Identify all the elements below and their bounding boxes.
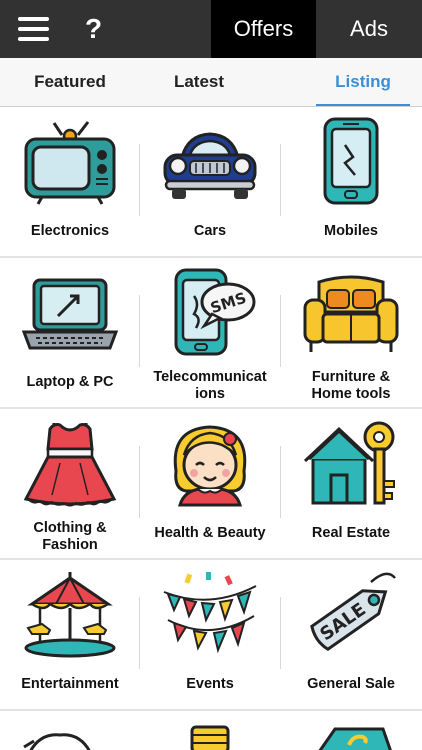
category-electronics[interactable]: Electronics [0,107,140,258]
category-label-line: Clothing & [33,520,107,536]
tv-icon [24,121,116,205]
category-row: Electronics Cars Mobiles [0,107,422,258]
category-events[interactable]: Events [140,560,280,711]
category-label-line: Telecommunicat [153,369,267,385]
category-clothing[interactable]: Clothing & Fashion [0,409,140,560]
house-key-icon [303,421,395,505]
category-label: Electronics [30,223,110,239]
sms-phone-icon: SMS [174,268,256,356]
category-label: Entertainment [21,676,119,692]
category-label: Telecommunicat ions [142,369,278,403]
category-health-beauty[interactable]: Health & Beauty [140,409,280,560]
category-cars[interactable]: Cars [140,107,280,258]
sale-tag-icon: SALE [310,572,396,652]
category-label: Clothing & Fashion [2,520,138,554]
mobile-phone-icon [323,117,379,205]
sofa-icon [303,275,399,352]
category-entertainment[interactable]: Entertainment [0,560,140,711]
subtab-listing[interactable]: Listing [316,58,410,106]
category-telecommunications[interactable]: SMS Telecommunicat ions [140,258,280,409]
category-laptop-pc[interactable]: Laptop & PC [0,258,140,409]
category-mobiles[interactable]: Mobiles [281,107,421,258]
category-label: Cars [193,223,227,239]
bunting-icon [163,572,257,654]
category-row: Laptop & PC SMS Telecommunicat ions Furn… [0,258,422,409]
top-bar: ? Offers Ads [0,0,422,58]
subtab-latest[interactable]: Latest [140,58,258,106]
category-label-line: ions [195,386,225,402]
hamburger-menu-icon[interactable] [18,17,49,41]
category-furniture[interactable]: Furniture & Home tools [281,258,421,409]
category-label-line: Furniture & [311,369,391,385]
category-label-line: Home tools [311,386,391,402]
category-label: Laptop & PC [26,374,114,390]
category-label: Health & Beauty [154,525,266,541]
category-label: Mobiles [324,223,378,239]
category-label: Furniture & Home tools [283,369,419,403]
sub-tab-bar: Featured Latest Listing [0,58,422,107]
category-grid: Electronics Cars Mobiles Laptop & PC SMS… [0,107,422,750]
category-row: Entertainment Events SALE General Sale [0,560,422,711]
help-button[interactable]: ? [85,13,102,45]
tab-offers[interactable]: Offers [211,0,316,58]
category-label-line: Fashion [42,537,98,553]
category-general-sale[interactable]: SALE General Sale [281,560,421,711]
tab-ads[interactable]: Ads [316,0,422,58]
category-real-estate[interactable]: Real Estate [281,409,421,560]
coins-icon [190,725,230,750]
category-label: Real Estate [311,525,391,541]
car-icon [163,132,257,199]
category-label: General Sale [307,676,395,692]
carousel-icon [24,572,116,658]
partial-icon [23,733,91,750]
girl-face-icon [173,425,247,507]
category-row: Clothing & Fashion Health & Beauty Real … [0,409,422,560]
category-label: Events [186,676,234,692]
laptop-icon [21,278,119,350]
dress-icon [23,423,117,507]
category-row-partial [0,711,422,750]
phone-box-icon [318,727,392,750]
subtab-featured[interactable]: Featured [0,58,140,106]
